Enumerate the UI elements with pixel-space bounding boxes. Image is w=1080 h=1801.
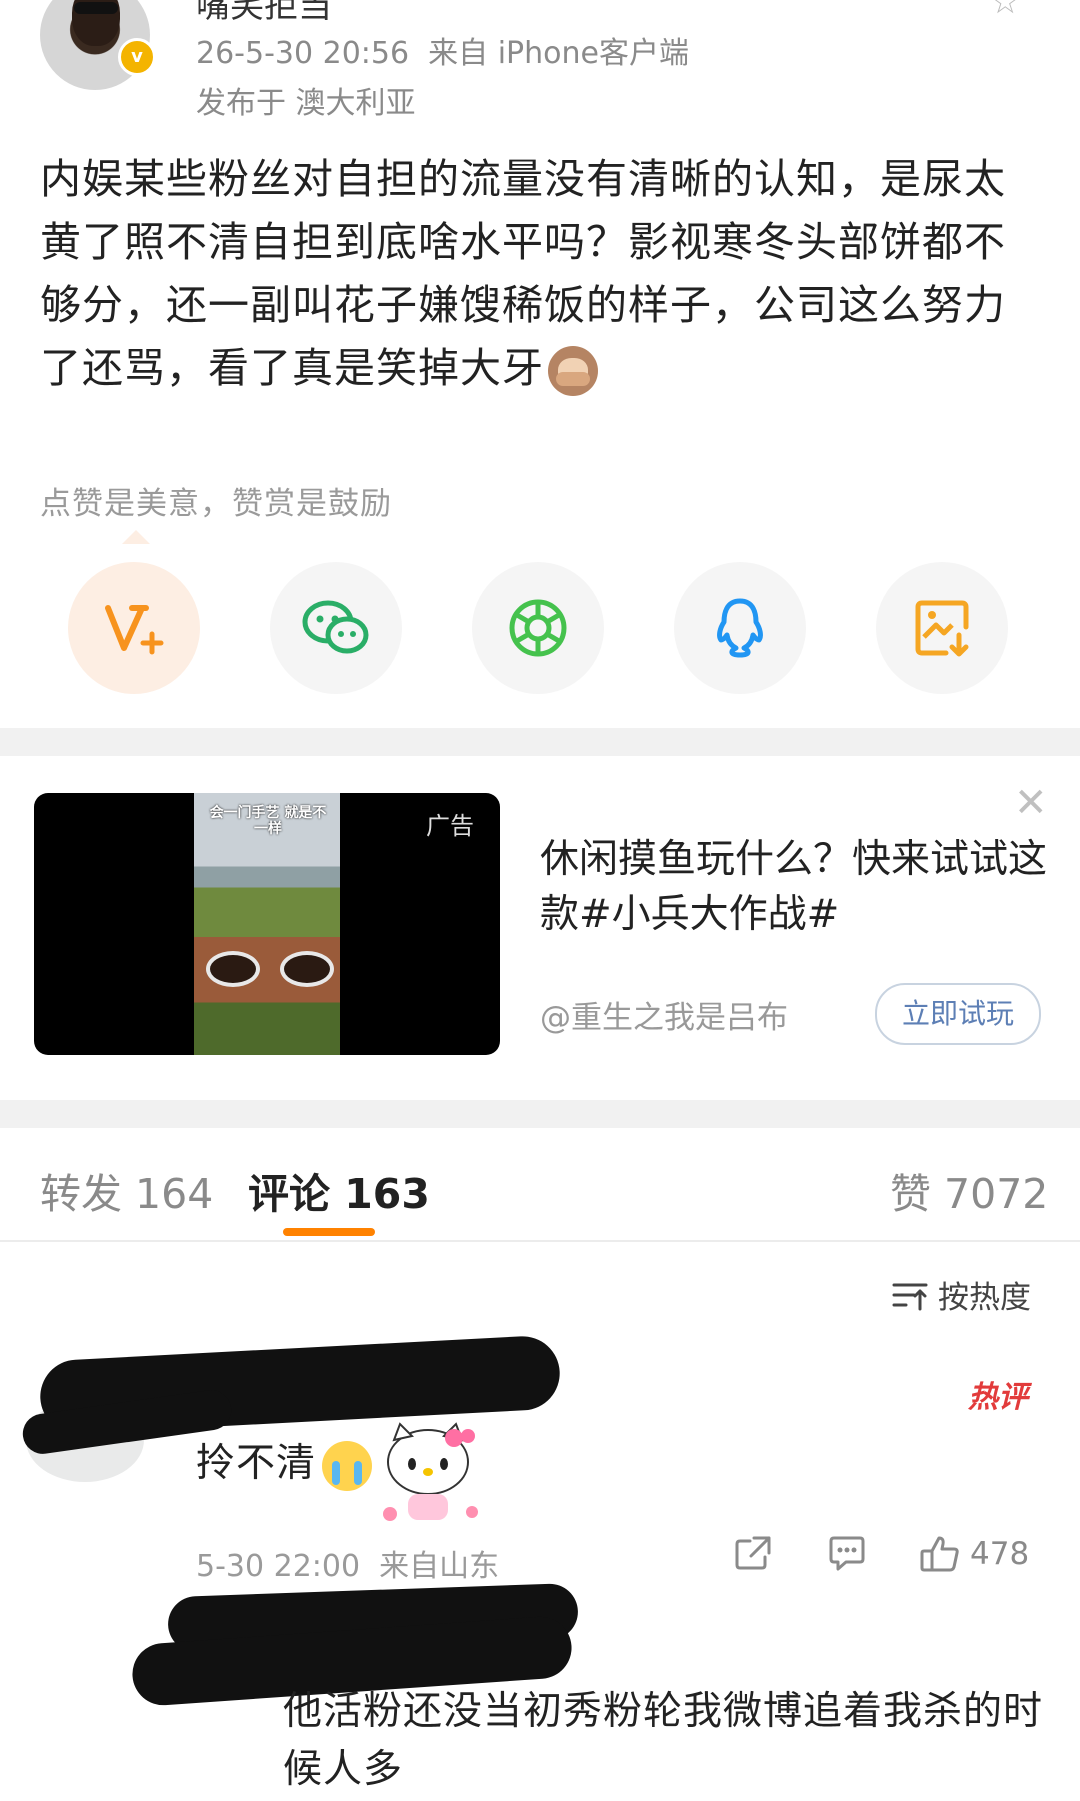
ad-video-frame: 会一门手艺 就是不一样 bbox=[194, 793, 340, 1055]
comment-bubble-icon bbox=[829, 1536, 865, 1571]
comment-reply-button[interactable] bbox=[828, 1535, 866, 1571]
verified-badge-icon: v bbox=[118, 38, 156, 76]
reward-hint: 点赞是美意，赞赏是鼓励 bbox=[40, 486, 392, 522]
ad-video-caption: 会一门手艺 就是不一样 bbox=[209, 805, 327, 837]
v-plus-reward-icon bbox=[105, 605, 164, 655]
sort-button[interactable]: 按热度 bbox=[892, 1272, 1031, 1317]
share-wechat-button[interactable] bbox=[270, 562, 402, 694]
ad-scene-hole bbox=[280, 951, 334, 987]
save-image-icon bbox=[915, 600, 969, 657]
sort-label: 按热度 bbox=[938, 1280, 1031, 1316]
comment-body: 拎不清 bbox=[196, 1441, 317, 1486]
hello-kitty-sticker-icon bbox=[383, 1422, 478, 1521]
tab-comments[interactable]: 评论 163 bbox=[248, 1160, 430, 1220]
moments-icon bbox=[509, 599, 567, 657]
section-divider bbox=[0, 728, 1080, 756]
section-divider bbox=[0, 1100, 1080, 1128]
favorite-star-icon[interactable]: ☆ bbox=[990, 0, 1026, 22]
comment-location: 来自山东 bbox=[379, 1549, 500, 1584]
ad-author[interactable]: @重生之我是吕布 bbox=[540, 992, 788, 1037]
share-icon bbox=[735, 1536, 771, 1570]
ad-title[interactable]: 休闲摸鱼玩什么？快来试试这款#小兵大作战# bbox=[540, 832, 1050, 942]
comment-time: 5-30 22:00 bbox=[196, 1549, 361, 1584]
sort-icon bbox=[892, 1283, 928, 1310]
crying-face-icon bbox=[322, 1440, 373, 1491]
post-text: 内娱某些粉丝对自担的流量没有清晰的认知，是尿太黄了照不清自担到底啥水平吗？影视寒… bbox=[40, 155, 1006, 392]
tab-repost[interactable]: 转发 164 bbox=[40, 1160, 213, 1220]
comment-meta: 5-30 22:00 来自山东 bbox=[196, 1541, 499, 1585]
post-time: 26-5-30 20:56 bbox=[196, 36, 410, 71]
reply-text: 他活粉还没当初秀粉轮我微博追着我杀的时候人多 bbox=[283, 1689, 1044, 1792]
tab-separator bbox=[0, 1240, 1080, 1242]
reward-button[interactable] bbox=[68, 562, 200, 694]
comment-text: 拎不清 bbox=[196, 1432, 373, 1491]
hot-comment-badge: 热评 bbox=[968, 1380, 1028, 1415]
comment-like-button[interactable]: 478 bbox=[920, 1535, 1029, 1573]
comment-like-count: 478 bbox=[970, 1536, 1030, 1572]
see-no-evil-monkey-icon bbox=[548, 346, 598, 396]
ad-label: 广告 bbox=[426, 812, 474, 840]
qq-icon bbox=[717, 598, 763, 658]
share-moments-button[interactable] bbox=[472, 562, 604, 694]
share-qq-button[interactable] bbox=[674, 562, 806, 694]
post-location: 发布于 澳大利亚 bbox=[196, 86, 416, 121]
ad-try-now-button[interactable]: 立即试玩 bbox=[875, 983, 1041, 1045]
post-source: 来自 iPhone客户端 bbox=[428, 36, 689, 71]
save-image-button[interactable] bbox=[876, 562, 1008, 694]
close-icon[interactable]: ✕ bbox=[1014, 780, 1048, 826]
tab-likes[interactable]: 赞 7072 bbox=[890, 1160, 1048, 1220]
thumbs-up-icon bbox=[920, 1536, 959, 1572]
avatar-sunglasses bbox=[74, 2, 118, 14]
ad-scene-hole bbox=[206, 951, 260, 987]
post-meta: 26-5-30 20:56 来自 iPhone客户端 bbox=[196, 28, 689, 72]
post-body: 内娱某些粉丝对自担的流量没有清晰的认知，是尿太黄了照不清自担到底啥水平吗？影视寒… bbox=[40, 148, 1040, 400]
active-tab-indicator bbox=[283, 1228, 375, 1236]
comment-share-button[interactable] bbox=[734, 1535, 772, 1571]
wechat-icon bbox=[302, 600, 369, 654]
author-name[interactable]: 嘴笑拒当 bbox=[196, 0, 332, 27]
reward-caret bbox=[122, 530, 150, 544]
